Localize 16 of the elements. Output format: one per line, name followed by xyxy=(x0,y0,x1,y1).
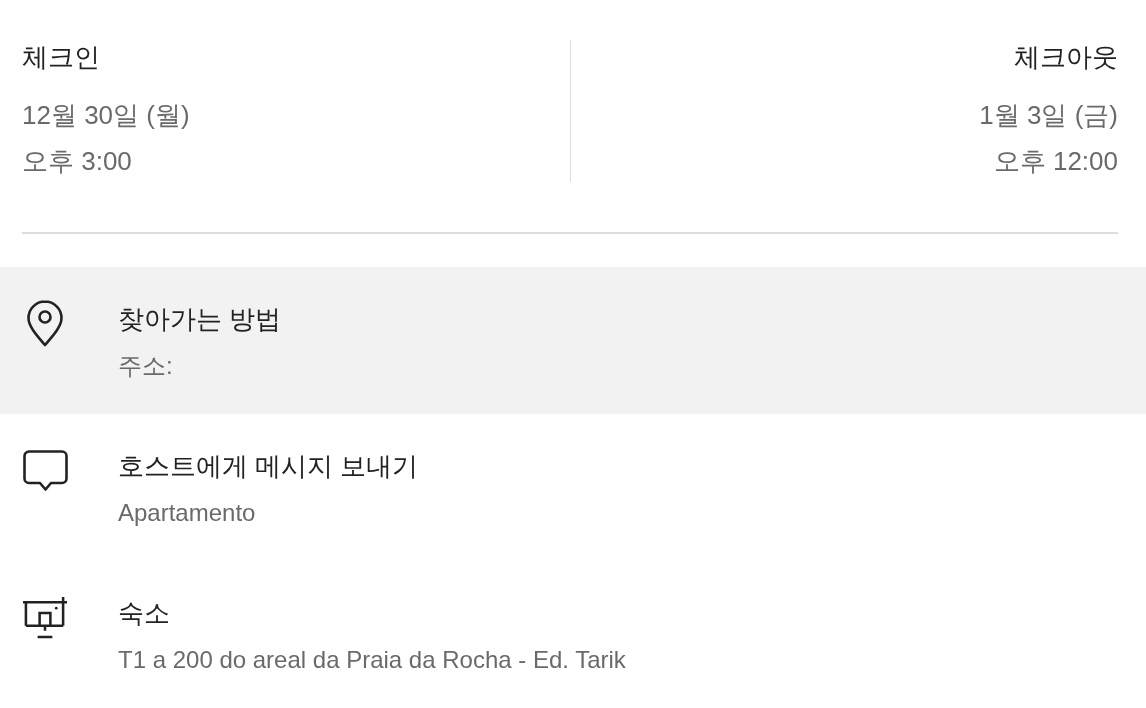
row-title: 찾아가는 방법 xyxy=(118,302,282,336)
row-subtitle: Apartamento xyxy=(118,497,256,528)
check-in-label: 체크인 xyxy=(22,41,100,74)
check-out-date: 1월 3일 (금) xyxy=(979,99,1118,132)
check-in-time: 오후 3:00 xyxy=(22,145,132,178)
row-title: 숙소 xyxy=(118,596,170,630)
list-item[interactable]: 찾아가는 방법 주소: xyxy=(0,266,1146,414)
check-out-time: 오후 12:00 xyxy=(993,145,1118,178)
row-title: 호스트에게 메시지 보내기 xyxy=(118,449,419,483)
house-sign-icon xyxy=(22,595,68,640)
location-pin-icon xyxy=(27,300,63,347)
speech-bubble-icon xyxy=(22,449,68,492)
check-out-label: 체크아웃 xyxy=(1014,41,1118,74)
row-subtitle: 주소: xyxy=(118,350,173,381)
row-subtitle: T1 a 200 do areal da Praia da Rocha - Ed. Tarik xyxy=(118,644,626,675)
check-in-date: 12월 30일 (월) xyxy=(22,99,190,132)
